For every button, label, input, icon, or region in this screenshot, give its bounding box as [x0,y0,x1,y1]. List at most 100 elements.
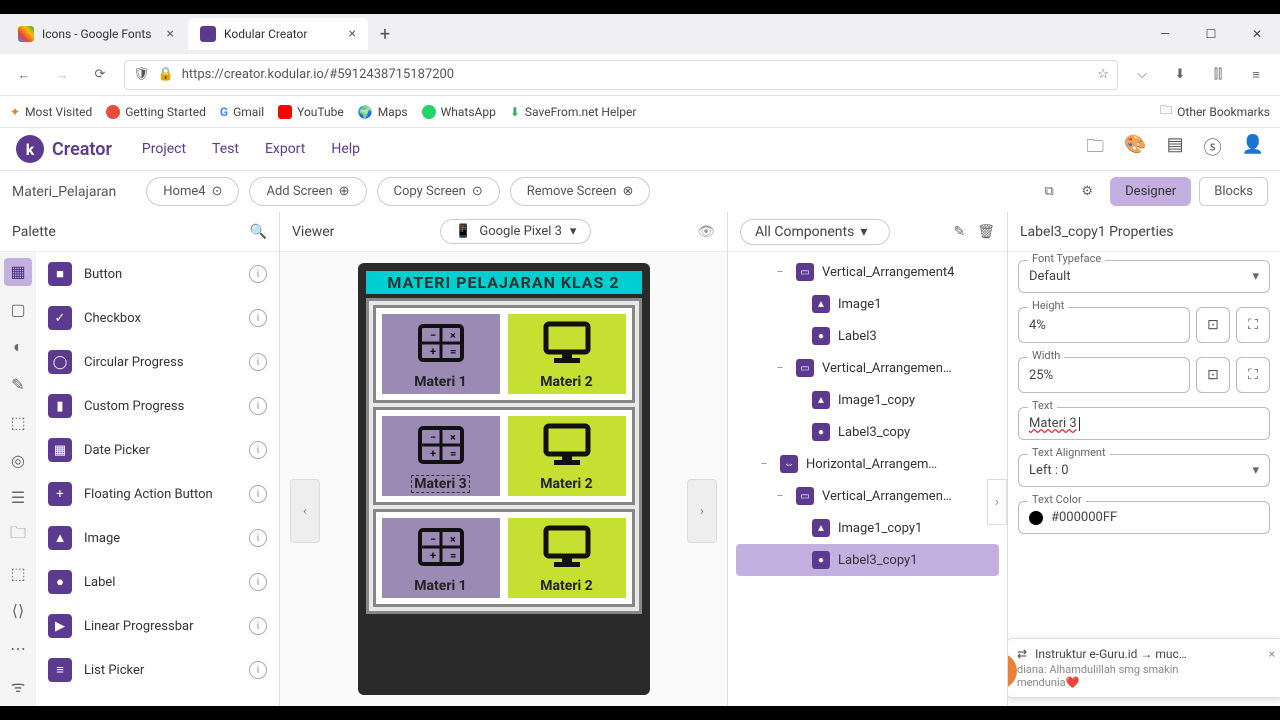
edit-icon[interactable]: ✎ [953,224,965,240]
tree-node[interactable]: −⇔Horizontal_Arrangem… [736,448,999,480]
library-icon[interactable]: ⫿⫿ [1204,61,1232,89]
bookmark-item[interactable]: 🌍Maps [358,105,408,119]
palette-item[interactable]: +Floating Action Buttoni [36,472,279,516]
info-icon[interactable]: i [249,397,267,415]
forward-icon[interactable]: → [48,61,76,89]
tree-node[interactable]: −▭Vertical_Arrangemen… [736,352,999,384]
cat-media-icon[interactable]: ◐ [4,333,32,361]
expand-icon[interactable]: − [772,361,788,376]
materi-card[interactable]: −×+=Materi 1 [382,518,500,598]
blocks-toggle[interactable]: Blocks [1199,177,1268,206]
width-input[interactable]: 25% [1018,357,1190,393]
bookmark-item[interactable]: ✦Most Visited [10,105,92,119]
materi-card[interactable]: Materi 2 [508,416,626,496]
palette-item[interactable]: ▦Date Pickeri [36,428,279,472]
info-icon[interactable]: i [249,661,267,679]
minimize-icon[interactable]: ― [1142,14,1188,54]
download-icon[interactable]: ⬇ [1166,61,1194,89]
bookmark-star-icon[interactable]: ☆ [1097,67,1109,82]
add-screen-button[interactable]: Add Screen⊕ [249,177,366,206]
tree-node[interactable]: ●Label3_copy [736,416,999,448]
materi-card[interactable]: Materi 2 [508,518,626,598]
info-icon[interactable]: i [249,485,267,503]
kodular-logo[interactable]: kCreator [16,135,112,163]
cat-maps-icon[interactable]: ⬚ [4,409,32,437]
components-dropdown[interactable]: All Components ▾ [740,219,890,245]
settings-icon[interactable]: ⚙ [1072,177,1102,207]
tree-node[interactable]: ▲Image1_copy1 [736,512,999,544]
fit-height-icon[interactable]: ⊡ [1196,307,1230,343]
close-icon[interactable]: × [349,26,356,42]
menu-project[interactable]: Project [142,141,186,157]
bookmark-item[interactable]: WhatsApp [422,105,496,119]
notification-toast[interactable]: IE ⇄Instruktur e-Guru.id → muc…× diana: … [1008,638,1280,698]
tree-node[interactable]: ●Label3 [736,320,999,352]
theme-icon[interactable]: 🎨 [1124,134,1146,164]
browser-tab[interactable]: Icons - Google Fonts × [6,18,186,50]
fill-width-icon[interactable]: ⛶ [1236,357,1270,393]
close-icon[interactable]: × [167,26,174,42]
copy-screen-button[interactable]: Copy Screen⊙ [377,177,500,206]
search-icon[interactable]: 🔍 [250,224,267,240]
account-icon[interactable]: 👤 [1242,134,1264,164]
next-screen-button[interactable]: › [687,479,717,543]
cat-sensors-icon[interactable]: ◎ [4,446,32,474]
info-icon[interactable]: i [249,353,267,371]
cat-google-icon[interactable]: ⋯ [4,635,32,663]
reload-icon[interactable]: ⟳ [86,61,114,89]
palette-item[interactable]: ≡List Pickeri [36,648,279,692]
back-icon[interactable]: ← [10,61,38,89]
menu-icon[interactable]: ≡ [1242,61,1270,89]
other-bookmarks[interactable]: 🗀Other Bookmarks [1160,101,1270,122]
cat-utilities-icon[interactable]: ⬚ [4,559,32,587]
expand-icon[interactable]: − [772,489,788,504]
info-icon[interactable]: i [249,441,267,459]
palette-item[interactable]: ▮Custom Progressi [36,384,279,428]
palette-item[interactable]: ▲Imagei [36,516,279,560]
menu-help[interactable]: Help [331,141,360,157]
expand-icon[interactable]: − [756,457,772,472]
info-icon[interactable]: i [249,309,267,327]
cat-storage-icon[interactable]: 🗀 [4,522,32,550]
fit-width-icon[interactable]: ⊡ [1196,357,1230,393]
palette-item[interactable]: ■Buttoni [36,252,279,296]
materi-card[interactable]: Materi 2 [508,314,626,394]
cat-layout-icon[interactable]: ▢ [4,296,32,324]
browser-tab-active[interactable]: Kodular Creator × [188,18,368,50]
maximize-icon[interactable]: ☐ [1188,14,1234,54]
tree-node[interactable]: −▭Vertical_Arrangemen… [736,480,999,512]
materi-card[interactable]: −×+=Materi 1 [382,314,500,394]
info-icon[interactable]: i [249,617,267,635]
monetize-icon[interactable]: ⓢ [1204,134,1222,164]
height-input[interactable]: 4% [1018,307,1190,343]
gallery-icon[interactable]: ▤ [1167,134,1184,164]
tree-node[interactable]: ▲Image1_copy [736,384,999,416]
tree-node[interactable]: −▭Vertical_Arrangement4 [736,256,999,288]
fill-height-icon[interactable]: ⛶ [1236,307,1270,343]
palette-item[interactable]: ◯Circular Progressi [36,340,279,384]
info-icon[interactable]: i [249,573,267,591]
expand-icon[interactable]: − [772,265,788,280]
info-icon[interactable]: i [249,529,267,547]
cat-user-interface-icon[interactable]: ▦ [4,258,32,286]
close-window-icon[interactable]: ✕ [1234,14,1280,54]
palette-item[interactable]: ✓Checkboxi [36,296,279,340]
bookmark-item[interactable]: YouTube [278,105,344,119]
cat-monetization-icon[interactable]: ᯤ [4,672,32,700]
assets-icon[interactable]: 🗀 [1086,134,1104,164]
cat-social-icon[interactable]: ☰ [4,484,32,512]
device-selector[interactable]: 📱 Google Pixel 3 ▾ [440,219,591,244]
cat-connectivity-icon[interactable]: ⟨⟩ [4,597,32,625]
close-icon[interactable]: × [1269,647,1275,661]
new-tab-button[interactable]: + [370,19,400,49]
menu-export[interactable]: Export [265,141,305,157]
copy-icon[interactable]: ⧉ [1034,177,1064,207]
bookmark-item[interactable]: GGmail [220,105,264,119]
info-icon[interactable]: i [249,265,267,283]
bookmark-item[interactable]: ⬇SaveFrom.net Helper [510,105,637,119]
materi-card[interactable]: −×+=Materi 3 [382,416,500,496]
remove-screen-button[interactable]: Remove Screen⊗ [510,177,651,206]
screen-selector[interactable]: Home4⊙ [146,177,239,206]
palette-item[interactable]: ●Labeli [36,560,279,604]
menu-test[interactable]: Test [212,141,239,157]
